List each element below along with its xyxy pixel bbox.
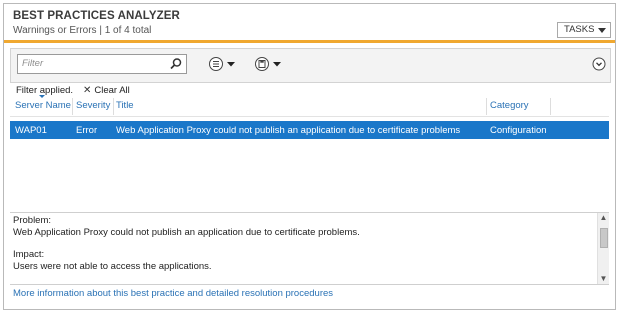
tile-title: BEST PRACTICES ANALYZER bbox=[13, 10, 180, 22]
cell-severity: Error bbox=[76, 125, 98, 136]
clear-all-button[interactable]: ✕ Clear All bbox=[83, 85, 130, 96]
column-header-title[interactable]: Title bbox=[116, 100, 134, 114]
header-divider bbox=[10, 116, 609, 117]
cell-category: Configuration bbox=[490, 125, 547, 136]
column-divider[interactable] bbox=[113, 98, 114, 115]
impact-heading: Impact: bbox=[13, 249, 45, 260]
list-icon bbox=[209, 57, 223, 71]
dropdown-arrow-icon bbox=[273, 62, 281, 67]
tile-header: BEST PRACTICES ANALYZER Warnings or Erro… bbox=[4, 4, 615, 40]
cell-server-name: WAP01 bbox=[15, 125, 47, 136]
results-list: WAP01 Error Web Application Proxy could … bbox=[10, 121, 609, 211]
details-scrollbar[interactable]: ▲ ▼ bbox=[597, 213, 609, 284]
table-row[interactable]: WAP01 Error Web Application Proxy could … bbox=[10, 121, 609, 139]
content-panel: Filter applied. ✕Clear All Server Name S… bbox=[4, 43, 615, 309]
tile-subtitle: Warnings or Errors | 1 of 4 total bbox=[13, 25, 152, 36]
clear-all-label: Clear All bbox=[94, 85, 130, 96]
filter-input[interactable] bbox=[22, 57, 162, 70]
save-query-button[interactable] bbox=[254, 56, 288, 72]
sort-indicator-icon bbox=[39, 95, 45, 98]
clear-icon: ✕ bbox=[83, 85, 92, 96]
more-info-link[interactable]: More information about this best practic… bbox=[13, 288, 333, 299]
column-header-severity[interactable]: Severity bbox=[76, 100, 110, 114]
problem-heading: Problem: bbox=[13, 215, 52, 226]
scroll-thumb[interactable] bbox=[600, 228, 608, 248]
collapse-icon[interactable] bbox=[592, 57, 606, 71]
scroll-down-icon[interactable]: ▼ bbox=[598, 274, 609, 284]
dropdown-arrow-icon bbox=[227, 62, 235, 67]
list-options-button[interactable] bbox=[208, 56, 242, 72]
scroll-up-icon[interactable]: ▲ bbox=[598, 213, 609, 223]
tasks-label: TASKS bbox=[564, 24, 595, 35]
column-headers: Server Name Severity Title Category bbox=[14, 95, 609, 116]
search-icon[interactable] bbox=[169, 57, 183, 71]
column-divider[interactable] bbox=[550, 98, 551, 115]
column-header-server-name[interactable]: Server Name bbox=[15, 100, 71, 114]
problem-text: Web Application Proxy could not publish … bbox=[13, 226, 360, 238]
column-divider[interactable] bbox=[72, 98, 73, 115]
chevron-down-icon bbox=[598, 28, 606, 33]
impact-text: Users were not able to access the applic… bbox=[13, 260, 212, 272]
save-icon bbox=[255, 57, 269, 71]
details-pane: Problem: Web Application Proxy could not… bbox=[10, 212, 609, 285]
filter-toolbar bbox=[10, 48, 611, 83]
bpa-tile: BEST PRACTICES ANALYZER Warnings or Erro… bbox=[3, 3, 616, 310]
cell-title: Web Application Proxy could not publish … bbox=[116, 125, 461, 136]
filter-box bbox=[17, 54, 187, 74]
tasks-dropdown[interactable]: TASKS bbox=[557, 22, 611, 38]
column-divider[interactable] bbox=[486, 98, 487, 115]
details-text: Problem: Web Application Proxy could not… bbox=[13, 215, 593, 272]
column-header-category[interactable]: Category bbox=[490, 100, 529, 114]
